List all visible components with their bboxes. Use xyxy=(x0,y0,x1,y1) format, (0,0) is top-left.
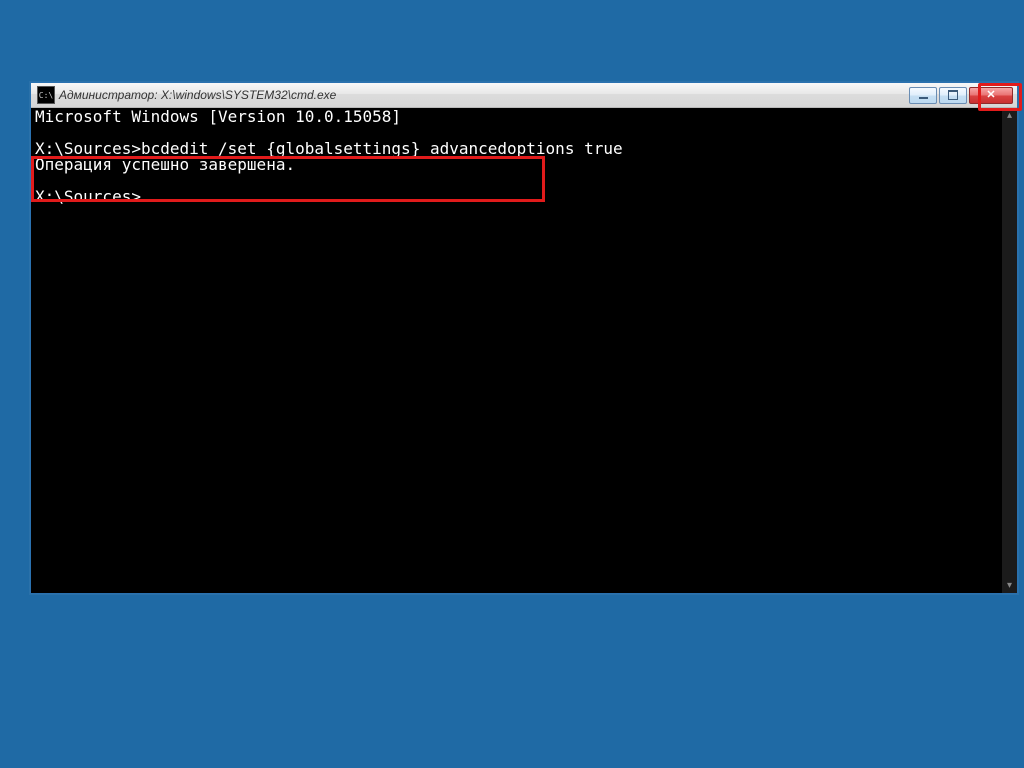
window-controls: ✕ xyxy=(909,83,1013,107)
titlebar[interactable]: C:\ Администратор: X:\windows\SYSTEM32\c… xyxy=(31,83,1017,108)
prompt-2: X:\Sources> xyxy=(35,187,141,206)
minimize-button[interactable] xyxy=(909,87,937,104)
cmd-window: C:\ Администратор: X:\windows\SYSTEM32\c… xyxy=(30,82,1018,594)
cmd-icon: C:\ xyxy=(37,86,55,104)
close-icon: ✕ xyxy=(986,90,995,101)
maximize-icon xyxy=(948,90,958,100)
scroll-down-icon[interactable]: ▾ xyxy=(1002,578,1017,593)
minimize-icon xyxy=(919,92,928,99)
scroll-up-icon[interactable]: ▴ xyxy=(1002,108,1017,123)
close-button[interactable]: ✕ xyxy=(969,87,1013,104)
result-line: Операция успешно завершена. xyxy=(35,155,295,174)
version-line: Microsoft Windows [Version 10.0.15058] xyxy=(35,108,401,126)
maximize-button[interactable] xyxy=(939,87,967,104)
console-area[interactable]: Microsoft Windows [Version 10.0.15058] X… xyxy=(31,108,1017,593)
console-text: Microsoft Windows [Version 10.0.15058] X… xyxy=(35,109,1001,205)
scrollbar[interactable]: ▴ ▾ xyxy=(1002,108,1017,593)
window-title: Администратор: X:\windows\SYSTEM32\cmd.e… xyxy=(59,88,336,102)
